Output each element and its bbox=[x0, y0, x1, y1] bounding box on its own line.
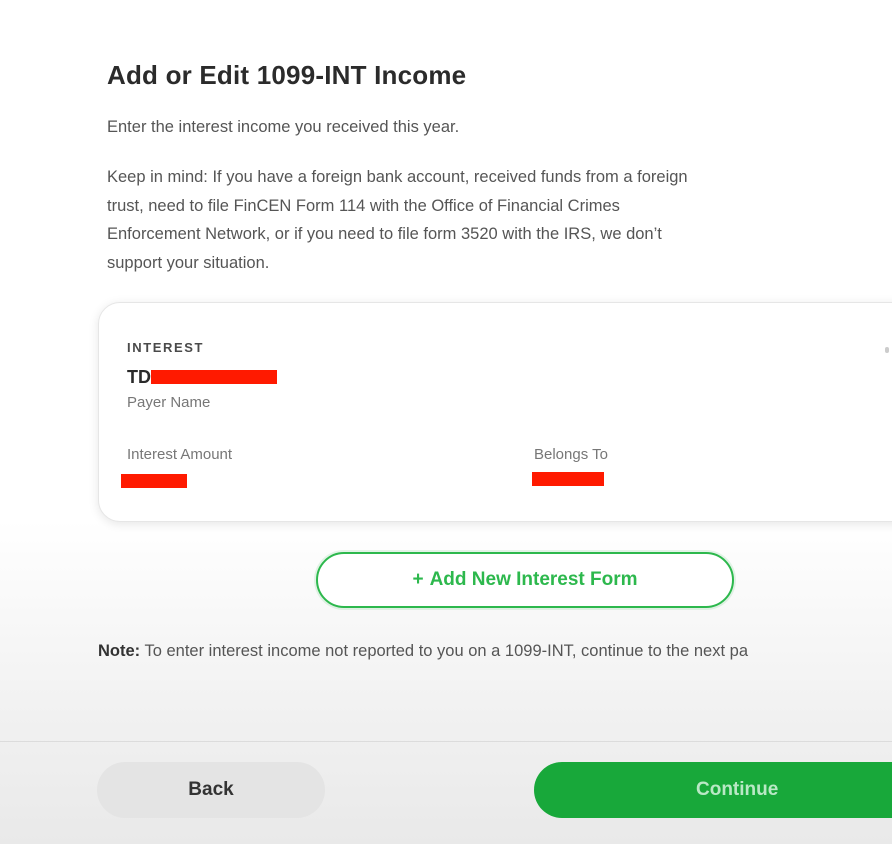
continue-button[interactable]: Continue bbox=[534, 762, 892, 818]
plus-icon: + bbox=[412, 569, 424, 590]
payer-name-redaction bbox=[151, 370, 277, 384]
add-new-interest-form-label: Add New Interest Form bbox=[429, 569, 638, 590]
interest-amount-label: Interest Amount bbox=[127, 446, 233, 463]
footer-divider bbox=[0, 741, 892, 742]
note-body: To enter interest income not reported to… bbox=[140, 642, 748, 660]
note-prefix: Note: bbox=[98, 642, 141, 660]
add-new-interest-form-button[interactable]: + Add New Interest Form bbox=[316, 552, 734, 608]
belongs-to-redaction bbox=[532, 472, 604, 486]
card-menu-icon[interactable] bbox=[885, 347, 889, 353]
card-eyebrow: INTEREST bbox=[127, 340, 205, 355]
note-text: Note: To enter interest income not repor… bbox=[98, 642, 892, 661]
page-title: Add or Edit 1099-INT Income bbox=[107, 60, 467, 90]
payer-name-label: Payer Name bbox=[127, 394, 211, 411]
interest-form-card[interactable]: INTEREST TD Payer Name Interest Amount B… bbox=[98, 302, 892, 522]
intro-text: Enter the interest income you received t… bbox=[107, 118, 460, 136]
payer-name-value: TD bbox=[127, 366, 151, 387]
back-button[interactable]: Back bbox=[97, 762, 325, 818]
payer-name-row: TD bbox=[127, 365, 277, 389]
interest-amount-redaction bbox=[121, 474, 187, 488]
foreign-account-warning: Keep in mind: If you have a foreign bank… bbox=[107, 168, 688, 272]
belongs-to-label: Belongs To bbox=[534, 446, 608, 463]
